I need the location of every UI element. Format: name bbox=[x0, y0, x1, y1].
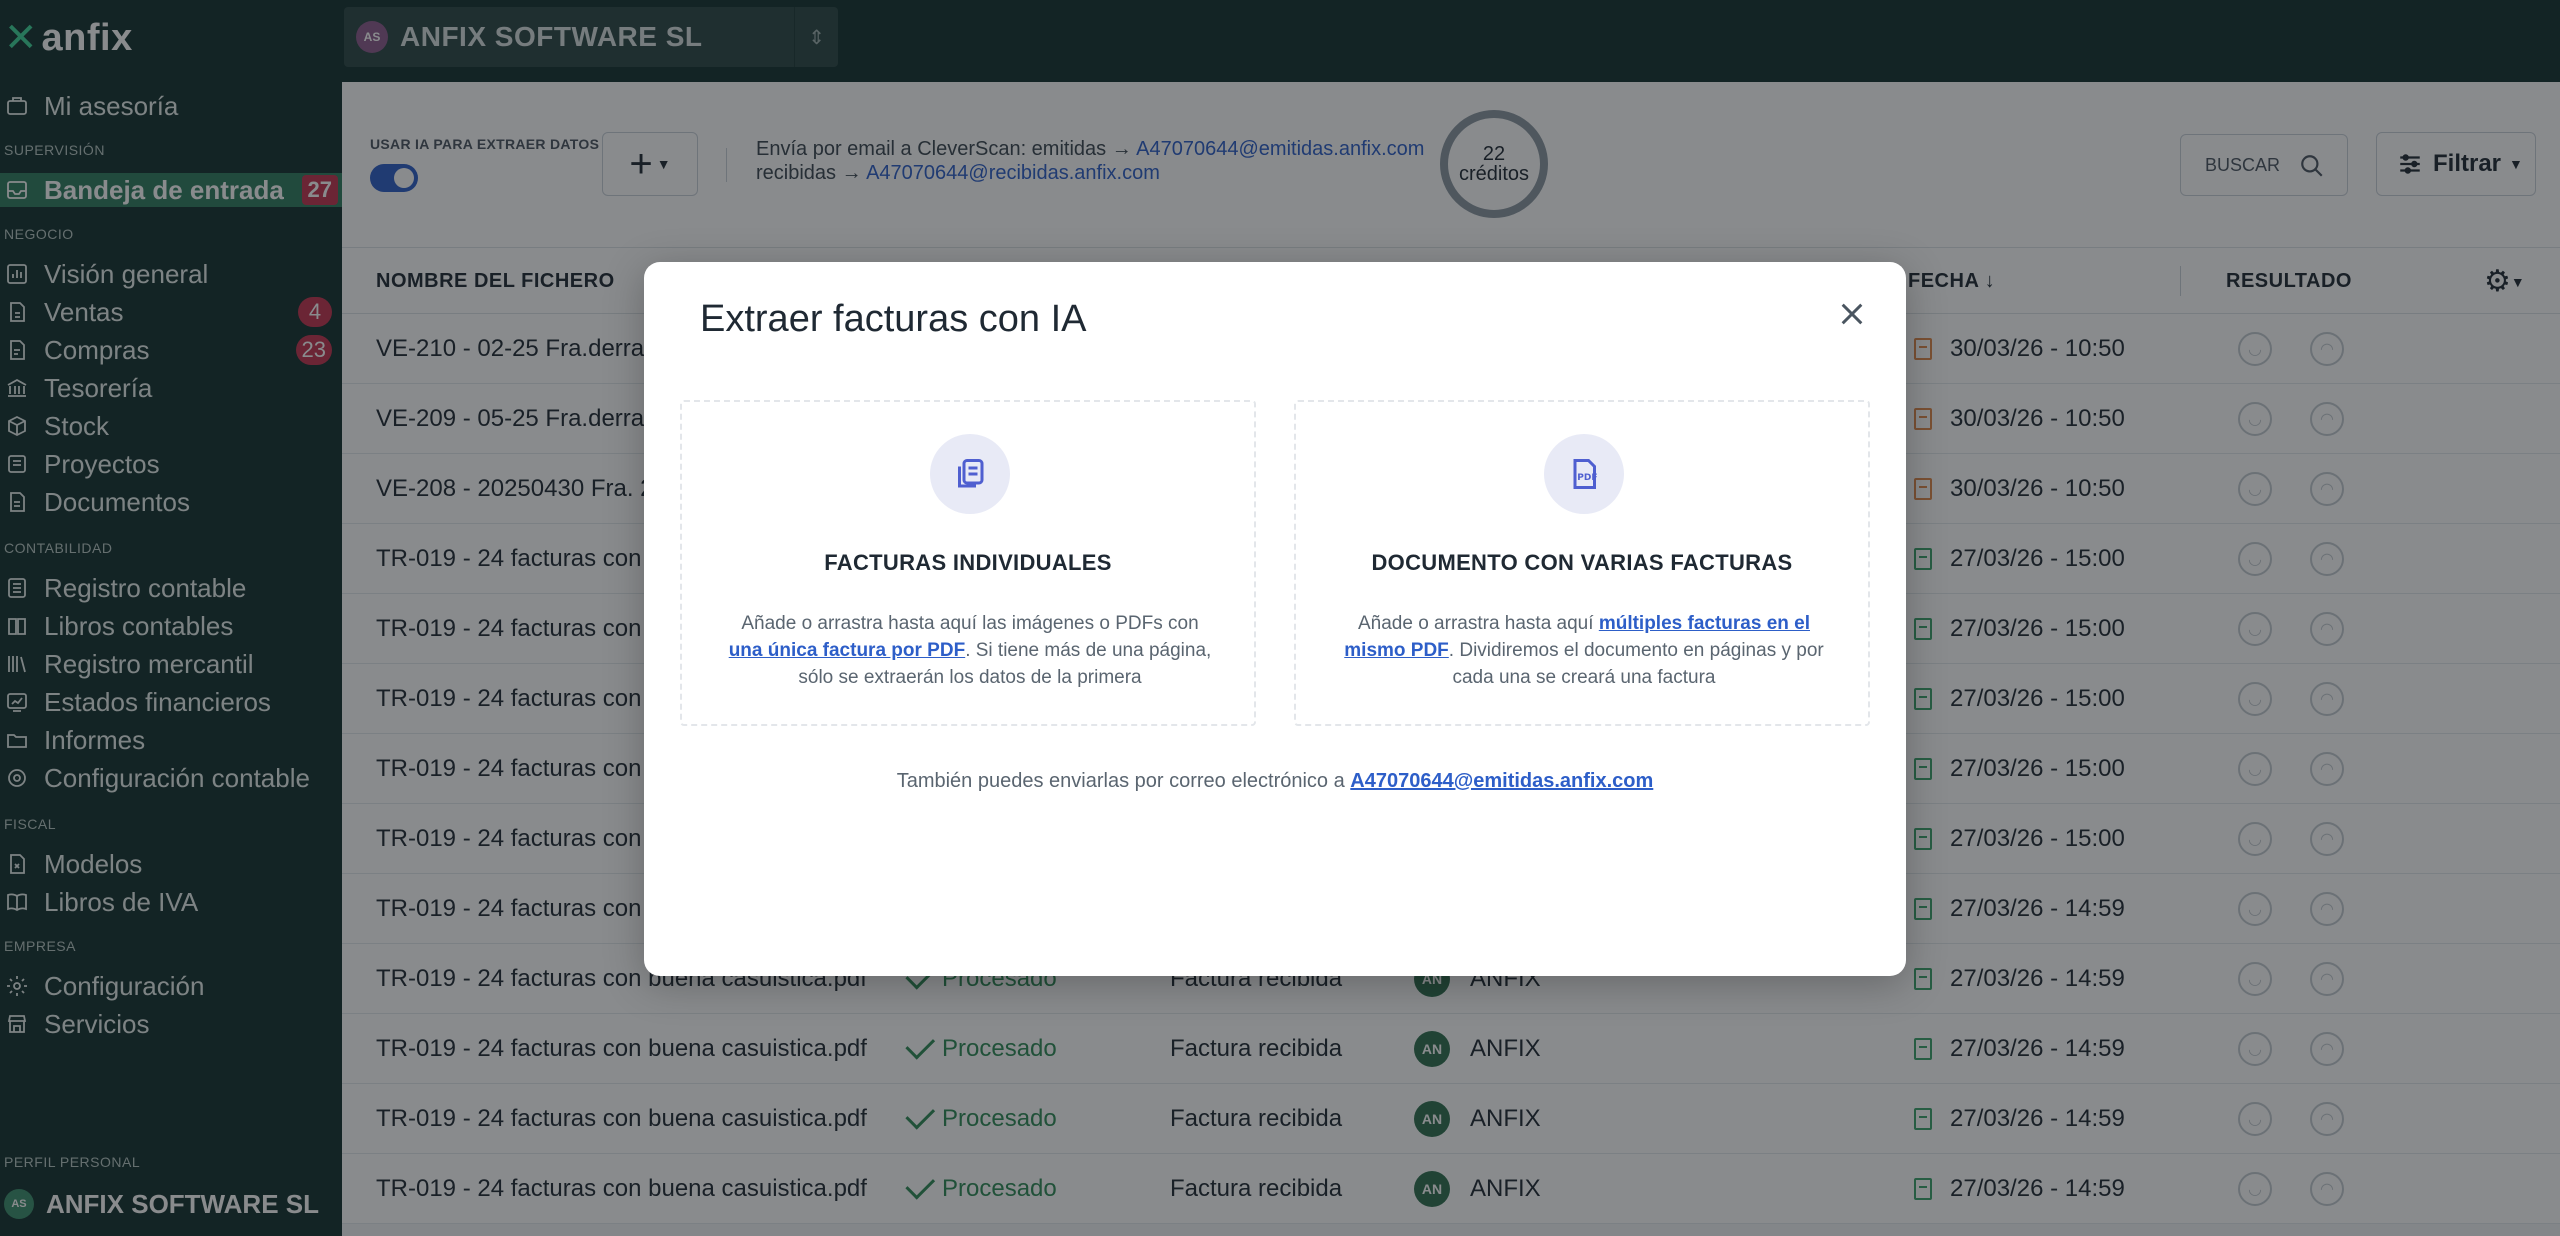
extract-invoices-modal: Extraer facturas con IA FACTURAS INDIVID… bbox=[644, 262, 1906, 976]
single-invoice-link[interactable]: una única factura por PDF bbox=[729, 640, 965, 661]
close-icon bbox=[1841, 303, 1863, 325]
close-button[interactable] bbox=[1834, 296, 1870, 332]
modal-footer: También puedes enviarlas por correo elec… bbox=[896, 770, 1654, 792]
multiple-invoices-dropzone[interactable]: PDF DOCUMENTO CON VARIAS FACTURAS Añade … bbox=[1294, 400, 1870, 726]
individual-title: FACTURAS INDIVIDUALES bbox=[824, 550, 1112, 575]
individual-invoices-dropzone[interactable]: FACTURAS INDIVIDUALES Añade o arrastra h… bbox=[680, 400, 1256, 726]
modal-title: Extraer facturas con IA bbox=[700, 298, 1087, 340]
multiple-title: DOCUMENTO CON VARIAS FACTURAS bbox=[1371, 550, 1793, 575]
svg-text:PDF: PDF bbox=[1577, 473, 1597, 483]
individual-description: Añade o arrastra hasta aquí las imágenes… bbox=[728, 613, 1212, 688]
multiple-description: Añade o arrastra hasta aquí múltiples fa… bbox=[1344, 613, 1824, 688]
pdf-icon: PDF bbox=[1544, 434, 1624, 514]
copy-documents-icon bbox=[930, 434, 1010, 514]
footer-email-link[interactable]: A47070644@emitidas.anfix.com bbox=[1350, 770, 1653, 792]
